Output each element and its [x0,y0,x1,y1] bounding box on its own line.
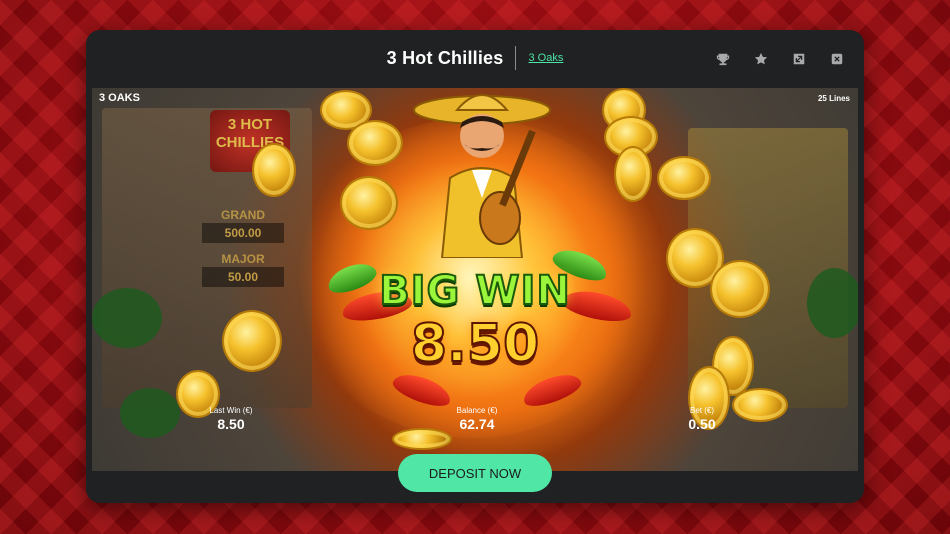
coin-decoration [614,146,652,202]
deposit-button[interactable]: DEPOSIT NOW [398,454,552,492]
star-icon[interactable] [752,50,770,68]
game-modal: 3 Hot Chillies 3 Oaks 3 HOT CHILLIES GRA… [86,30,864,503]
bet-value: 0.50 [688,416,716,432]
provider-link[interactable]: 3 Oaks [528,52,563,64]
title-divider [515,46,517,70]
background-bush [120,388,180,438]
big-win-amount: 8.50 [410,313,540,375]
last-win-label: Last Win (€) [209,406,253,415]
coin-decoration [657,156,711,200]
expand-icon[interactable] [790,50,808,68]
jackpot-name: MAJOR [221,252,265,266]
provider-brand-tag: 3 OAKS [99,92,140,104]
game-title: 3 Hot Chillies [386,47,504,68]
coin-decoration [347,120,403,166]
trophy-icon[interactable] [714,50,732,68]
modal-header: 3 Hot Chillies 3 Oaks [86,30,864,88]
balance-value: 62.74 [459,416,495,432]
jackpot-grand: GRAND 500.00 [202,208,284,243]
balance-label: Balance (€) [456,406,498,415]
coin-decoration [732,388,788,422]
game-canvas[interactable]: 3 HOT CHILLIES GRAND 500.00 MAJOR 50.00 [92,88,858,471]
mariachi-character [413,94,551,258]
coin-decoration [252,143,296,197]
close-icon[interactable] [828,50,846,68]
bet-stat: Bet (€) 0.50 [677,406,727,432]
paylines-label: 25 Lines [817,94,850,103]
last-win-stat: Last Win (€) 8.50 [196,406,266,432]
bet-label: Bet (€) [689,406,714,415]
last-win-value: 8.50 [217,416,245,432]
balance-stat: Balance (€) 62.74 [437,406,517,432]
header-actions [714,50,846,68]
jackpot-name: GRAND [221,208,265,222]
coin-decoration [340,176,398,230]
big-win-label: BIG WIN [378,267,571,315]
jackpot-value: 500.00 [202,223,284,243]
